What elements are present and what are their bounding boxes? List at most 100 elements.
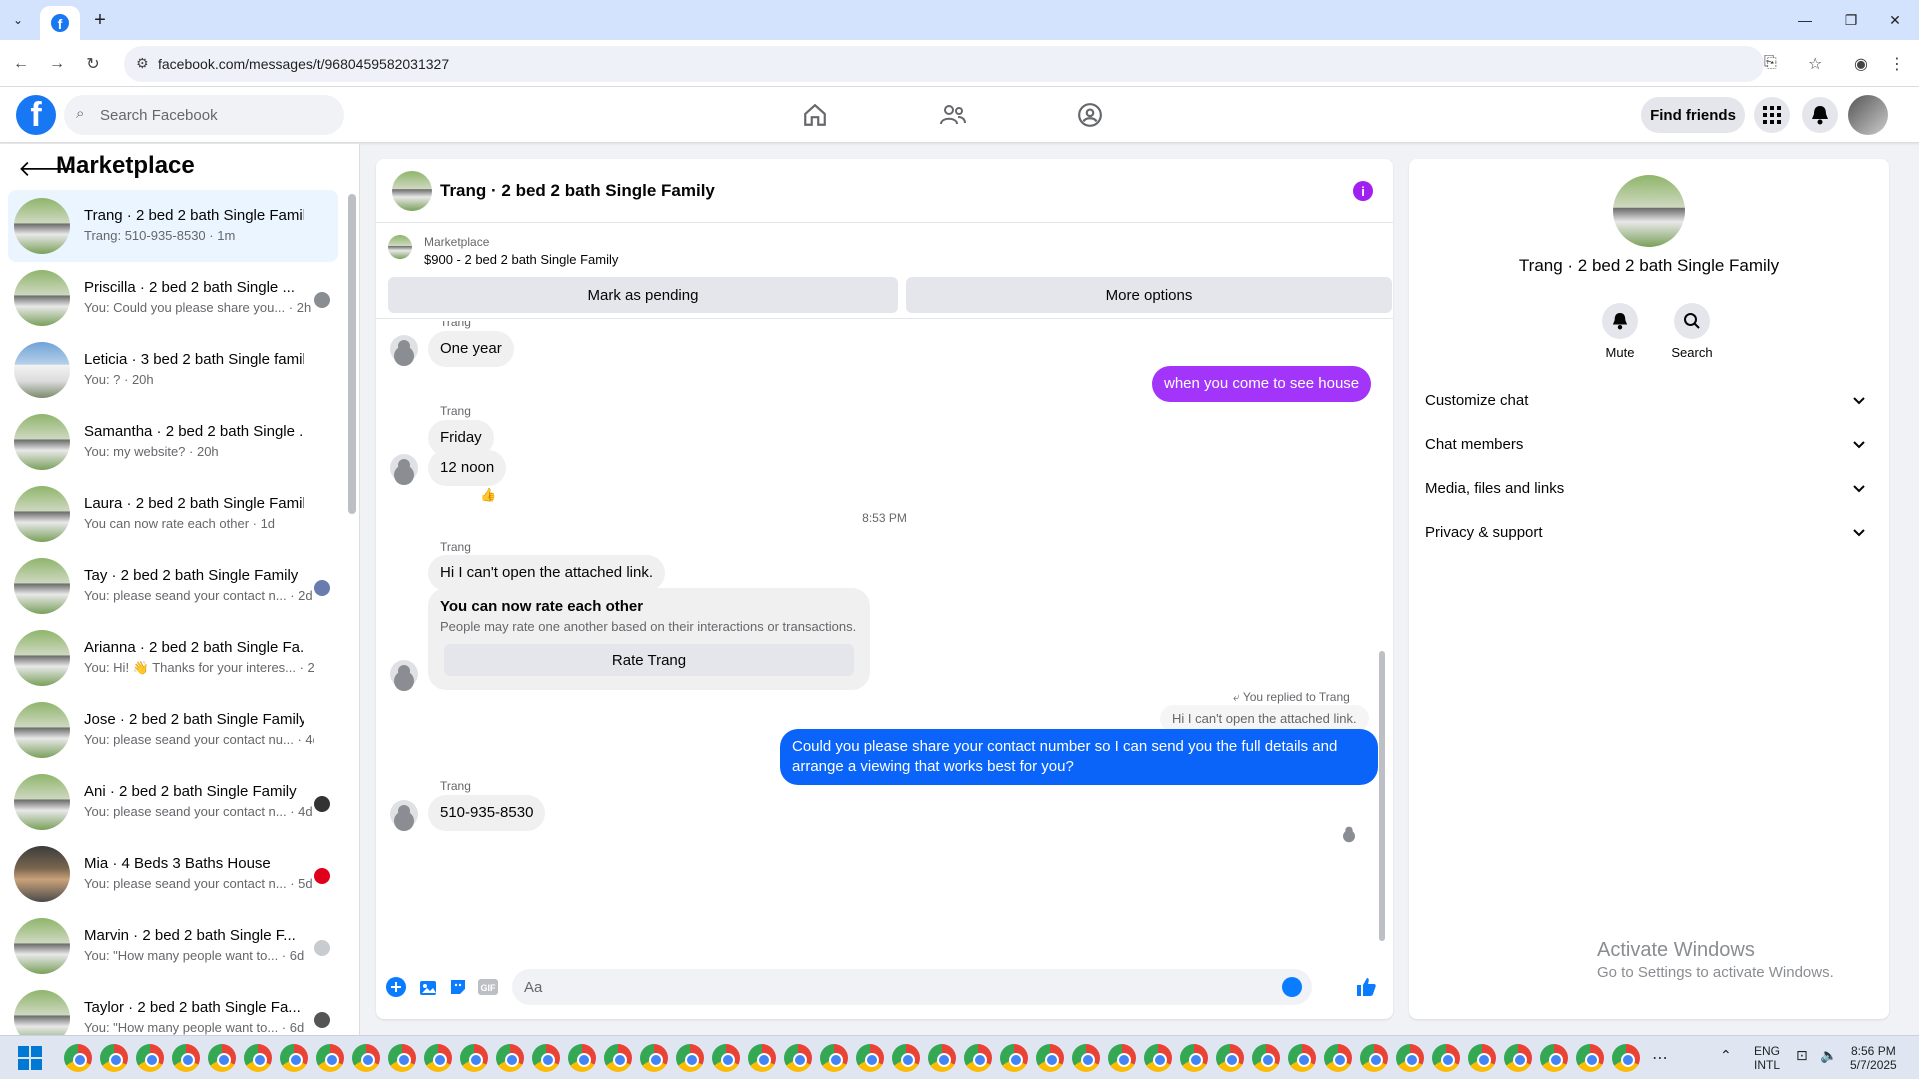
chrome-icon[interactable] xyxy=(1432,1044,1460,1072)
browser-tab-facebook[interactable]: f xyxy=(40,6,80,40)
message-bubble[interactable]: Could you please share your contact numb… xyxy=(780,729,1378,785)
conversation-item[interactable]: Trang · 2 bed 2 bath Single Family Trang:… xyxy=(8,190,338,262)
mark-as-pending-button[interactable]: Mark as pending xyxy=(388,277,898,313)
chrome-icon[interactable] xyxy=(748,1044,776,1072)
chrome-icon[interactable] xyxy=(928,1044,956,1072)
photo-icon[interactable] xyxy=(416,975,440,999)
chrome-icon[interactable] xyxy=(1324,1044,1352,1072)
menu-kebab-icon[interactable]: ⋮ xyxy=(1884,51,1910,77)
listing-price[interactable]: $900 - 2 bed 2 bath Single Family xyxy=(424,252,618,267)
account-avatar[interactable] xyxy=(1848,95,1888,135)
chrome-icon[interactable] xyxy=(1540,1044,1568,1072)
chrome-icon[interactable] xyxy=(100,1044,128,1072)
sticker-icon[interactable] xyxy=(446,975,470,999)
install-app-icon[interactable]: ⎘ xyxy=(1764,54,1777,72)
chrome-icon[interactable] xyxy=(964,1044,992,1072)
sender-avatar[interactable] xyxy=(390,454,418,482)
chrome-icon[interactable] xyxy=(568,1044,596,1072)
quoted-message[interactable]: Hi I can't open the attached link. xyxy=(1160,705,1369,732)
menu-grid-icon[interactable] xyxy=(1754,97,1790,133)
message-bubble[interactable]: 510-935-8530 xyxy=(428,795,546,831)
conversation-item[interactable]: Arianna · 2 bed 2 bath Single Fa... You: … xyxy=(8,622,338,694)
network-icon[interactable]: ⊡ xyxy=(1796,1048,1808,1062)
chrome-icon[interactable] xyxy=(532,1044,560,1072)
conversation-item[interactable]: Marvin · 2 bed 2 bath Single F... You: "H… xyxy=(8,910,338,982)
more-apps-icon[interactable]: ⋯ xyxy=(1652,1048,1668,1068)
message-input[interactable] xyxy=(524,969,1264,1005)
chrome-icon[interactable] xyxy=(856,1044,884,1072)
sender-avatar[interactable] xyxy=(390,660,418,688)
emoji-icon[interactable] xyxy=(1282,977,1302,997)
gif-icon[interactable]: GIF xyxy=(476,975,500,999)
facebook-logo-icon[interactable]: f xyxy=(16,95,56,135)
reload-icon[interactable]: ↻ xyxy=(80,51,106,77)
tray-chevron-up-icon[interactable]: ⌃ xyxy=(1720,1048,1732,1062)
chrome-icon[interactable] xyxy=(1036,1044,1064,1072)
chrome-icon[interactable] xyxy=(1396,1044,1424,1072)
chrome-icon[interactable] xyxy=(64,1044,92,1072)
volume-icon[interactable]: 🔈 xyxy=(1820,1048,1837,1062)
message-bubble[interactable]: 12 noon xyxy=(428,450,507,486)
chrome-icon[interactable] xyxy=(640,1044,668,1072)
chrome-icon[interactable] xyxy=(1252,1044,1280,1072)
bookmark-star-icon[interactable]: ☆ xyxy=(1808,54,1822,74)
minimize-icon[interactable]: — xyxy=(1785,8,1825,32)
sender-avatar[interactable] xyxy=(390,335,418,363)
chrome-icon[interactable] xyxy=(496,1044,524,1072)
close-icon[interactable]: ✕ xyxy=(1875,8,1915,32)
chrome-icon[interactable] xyxy=(820,1044,848,1072)
privacy-support-section[interactable]: Privacy & support xyxy=(1425,515,1881,551)
groups-icon[interactable] xyxy=(1072,97,1108,133)
chrome-icon[interactable] xyxy=(1000,1044,1028,1072)
forward-arrow-icon[interactable]: → xyxy=(44,51,70,77)
chrome-icon[interactable] xyxy=(1612,1044,1640,1072)
sidebar-scrollbar[interactable] xyxy=(348,194,356,514)
listing-thumbnail[interactable] xyxy=(388,235,412,259)
conversation-item[interactable]: Priscilla · 2 bed 2 bath Single ... You: … xyxy=(8,262,338,334)
notifications-bell-icon[interactable] xyxy=(1802,97,1838,133)
tab-search-chevron-icon[interactable]: ⌄ xyxy=(6,8,30,32)
conversation-item[interactable]: Jose · 2 bed 2 bath Single Family You: pl… xyxy=(8,694,338,766)
chrome-icon[interactable] xyxy=(1216,1044,1244,1072)
thread-scrollbar[interactable] xyxy=(1379,651,1385,941)
media-files-links-section[interactable]: Media, files and links xyxy=(1425,471,1881,507)
chrome-icon[interactable] xyxy=(712,1044,740,1072)
chrome-icon[interactable] xyxy=(424,1044,452,1072)
home-icon[interactable] xyxy=(797,97,833,133)
chrome-icon[interactable] xyxy=(136,1044,164,1072)
chrome-icon[interactable] xyxy=(208,1044,236,1072)
chrome-icon[interactable] xyxy=(388,1044,416,1072)
chat-title[interactable]: Trang · 2 bed 2 bath Single Family xyxy=(440,181,715,201)
chrome-icon[interactable] xyxy=(676,1044,704,1072)
chrome-icon[interactable] xyxy=(172,1044,200,1072)
chrome-icon[interactable] xyxy=(1072,1044,1100,1072)
back-arrow-icon[interactable]: ← xyxy=(8,51,34,77)
find-friends-button[interactable]: Find friends xyxy=(1641,97,1745,133)
more-options-button[interactable]: More options xyxy=(906,277,1392,313)
info-icon[interactable]: i xyxy=(1353,181,1373,201)
windows-start-icon[interactable] xyxy=(18,1046,42,1070)
search-box[interactable]: ⌕ xyxy=(64,95,344,135)
listing-thumbnail[interactable] xyxy=(1613,175,1685,247)
chrome-icon[interactable] xyxy=(316,1044,344,1072)
language-indicator[interactable]: ENG INTL xyxy=(1754,1044,1780,1072)
chrome-icon[interactable] xyxy=(1468,1044,1496,1072)
chrome-icon[interactable] xyxy=(784,1044,812,1072)
chrome-icon[interactable] xyxy=(1360,1044,1388,1072)
chrome-icon[interactable] xyxy=(352,1044,380,1072)
conversation-item[interactable]: Tay · 2 bed 2 bath Single Family You: ple… xyxy=(8,550,338,622)
chrome-icon[interactable] xyxy=(1108,1044,1136,1072)
conversation-item[interactable]: Leticia · 3 bed 2 bath Single family You:… xyxy=(8,334,338,406)
chrome-icon[interactable] xyxy=(244,1044,272,1072)
search-conversation-button[interactable]: Search xyxy=(1662,303,1722,360)
message-bubble[interactable]: when you come to see house xyxy=(1152,366,1372,402)
message-input-box[interactable] xyxy=(512,969,1312,1005)
clock[interactable]: 8:56 PM 5/7/2025 xyxy=(1850,1044,1897,1072)
conversation-item[interactable]: Ani · 2 bed 2 bath Single Family You: ple… xyxy=(8,766,338,838)
plus-circle-icon[interactable] xyxy=(384,975,408,999)
chrome-icon[interactable] xyxy=(892,1044,920,1072)
rate-trang-button[interactable]: Rate Trang xyxy=(444,644,854,676)
message-bubble[interactable]: One year xyxy=(428,331,514,367)
conversation-item[interactable]: Taylor · 2 bed 2 bath Single Fa... You: "… xyxy=(8,982,338,1035)
chrome-icon[interactable] xyxy=(1576,1044,1604,1072)
